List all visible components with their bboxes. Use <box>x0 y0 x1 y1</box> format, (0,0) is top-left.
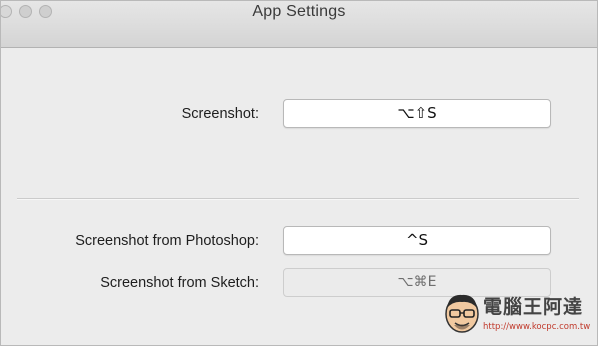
section-divider <box>17 198 579 200</box>
window-title: App Settings <box>252 3 346 20</box>
settings-window: App Settings Screenshot: ⌥⇧S Screenshot … <box>0 0 598 346</box>
screenshot-shortcut-field[interactable]: ⌥⇧S <box>283 99 551 128</box>
watermark-url: http://www.kocpc.com.tw <box>483 322 591 332</box>
photoshop-screenshot-shortcut-field[interactable]: ^S <box>283 226 551 255</box>
photoshop-screenshot-label: Screenshot from Photoshop: <box>75 233 259 249</box>
screenshot-label: Screenshot: <box>181 106 259 122</box>
title-bar[interactable]: App Settings <box>1 1 597 48</box>
mascot-face-icon <box>445 294 479 333</box>
sketch-screenshot-label: Screenshot from Sketch: <box>100 275 259 291</box>
site-watermark: 電腦王阿達 http://www.kocpc.com.tw <box>441 290 593 340</box>
watermark-brand: 電腦王阿達 <box>483 296 584 318</box>
